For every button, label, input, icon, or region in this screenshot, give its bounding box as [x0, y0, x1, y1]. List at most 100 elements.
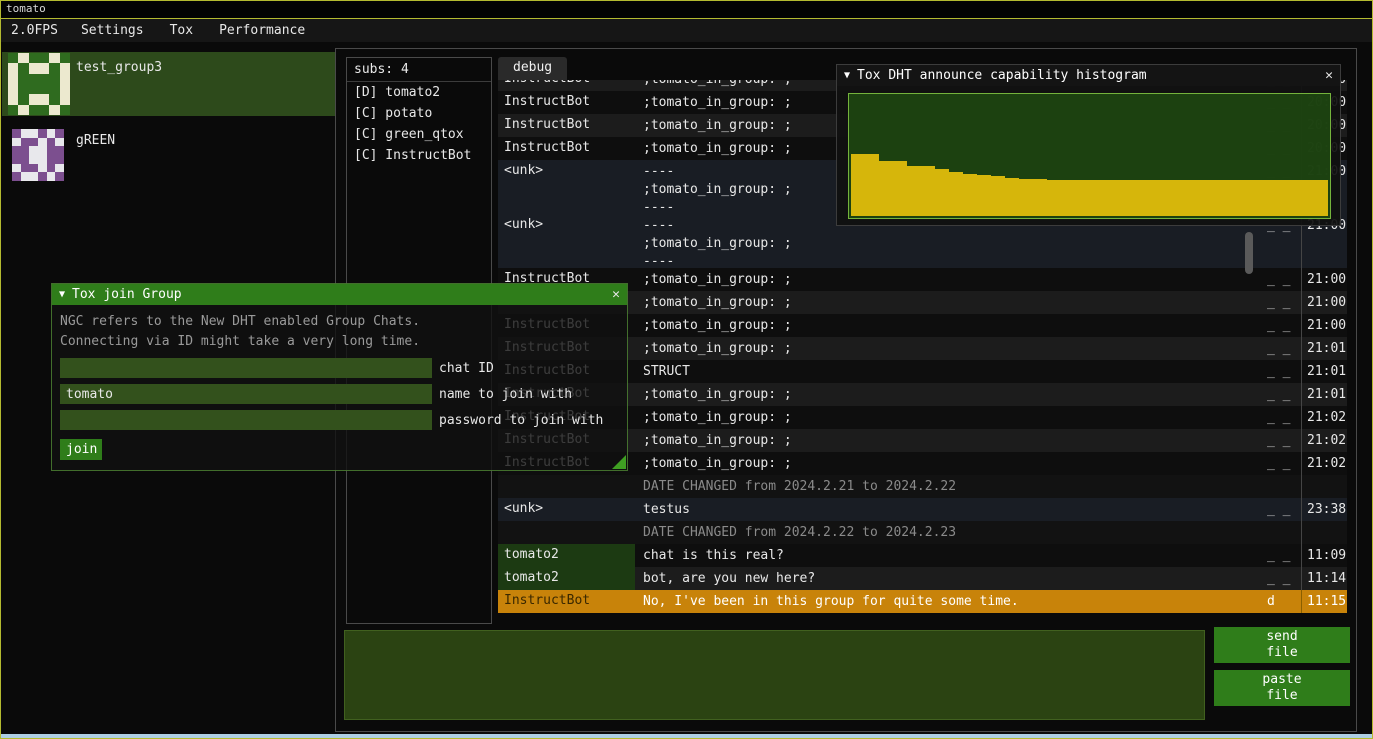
join-fields: chat ID name to join with password to jo…	[60, 358, 619, 430]
group-list: test_group3 gREEN	[2, 52, 335, 189]
histogram-bar	[865, 154, 879, 216]
message-author: <unk>	[498, 160, 635, 214]
histogram-bar	[991, 176, 1005, 216]
histogram-bar	[1286, 180, 1300, 216]
message-flags: _ _	[1261, 360, 1301, 383]
histogram-window-title: Tox DHT announce capability histogram	[857, 68, 1147, 83]
menu-item-settings[interactable]: Settings	[68, 19, 157, 42]
message-author: InstructBot	[498, 590, 635, 613]
chat-message-row[interactable]: DATE CHANGED from 2024.2.21 to 2024.2.22	[498, 475, 1347, 498]
sidebar-group-gREEN[interactable]: gREEN	[2, 125, 335, 189]
message-flags: _ _	[1261, 383, 1301, 406]
join-field-row: password to join with	[60, 410, 619, 430]
histogram-bar	[879, 161, 893, 216]
menu-item-tox[interactable]: Tox	[157, 19, 206, 42]
message-flags: _ _	[1261, 452, 1301, 475]
join-group-window: ▼ Tox join Group ✕ NGC refers to the New…	[51, 283, 628, 471]
subs-member[interactable]: [C] green_qtox	[347, 124, 491, 145]
message-flags	[1261, 521, 1301, 544]
message-flags: _ _	[1261, 337, 1301, 360]
histogram-window-titlebar[interactable]: ▼ Tox DHT announce capability histogram …	[837, 65, 1340, 86]
message-text: ;tomato_in_group: ;	[635, 383, 1261, 406]
chat-id-input[interactable]	[60, 358, 432, 378]
message-timestamp: 21:00	[1301, 291, 1347, 314]
menubar: 2.0FPS SettingsToxPerformance	[1, 19, 1372, 42]
histogram-bar	[1202, 180, 1216, 216]
message-text: DATE CHANGED from 2024.2.22 to 2024.2.23	[635, 521, 1261, 544]
join-button[interactable]: join	[60, 439, 102, 460]
chat-message-row[interactable]: InstructBot No, I've been in this group …	[498, 590, 1347, 613]
message-flags: _ _	[1261, 314, 1301, 337]
message-author: tomato2	[498, 544, 635, 567]
window-titlebar[interactable]: tomato	[1, 1, 1372, 19]
group-avatar-identicon	[12, 129, 64, 181]
message-timestamp: 21:01	[1301, 383, 1347, 406]
join-field-row: chat ID	[60, 358, 619, 378]
message-author	[498, 521, 635, 544]
histogram-bar	[893, 161, 907, 216]
subs-member[interactable]: [C] potato	[347, 103, 491, 124]
message-input[interactable]	[344, 630, 1205, 720]
join-input-label: chat ID	[439, 361, 494, 376]
chat-message-row[interactable]: tomato2 bot, are you new here? _ _ 11:14	[498, 567, 1347, 590]
histogram-bar	[1019, 179, 1033, 216]
dht-histogram-window: ▼ Tox DHT announce capability histogram …	[836, 64, 1341, 226]
resize-grip-icon[interactable]	[612, 455, 626, 469]
histogram-bar	[1160, 180, 1174, 216]
message-flags: _ _	[1261, 429, 1301, 452]
message-text: ;tomato_in_group: ;	[635, 429, 1261, 452]
join-window-titlebar[interactable]: ▼ Tox join Group ✕	[52, 284, 627, 305]
histogram-bar	[851, 154, 865, 216]
join-input-label: name to join with	[439, 387, 572, 402]
send-file-button[interactable]: send file	[1214, 627, 1350, 663]
message-timestamp: 21:02	[1301, 429, 1347, 452]
subs-member[interactable]: [C] InstructBot	[347, 145, 491, 166]
subs-member[interactable]: [D] tomato2	[347, 82, 491, 103]
message-timestamp	[1301, 475, 1347, 498]
message-author: InstructBot	[498, 114, 635, 137]
message-flags: _ _	[1261, 291, 1301, 314]
chat-message-row[interactable]: <unk> testus _ _ 23:38	[498, 498, 1347, 521]
message-text: ;tomato_in_group: ;	[635, 452, 1261, 475]
collapse-icon[interactable]: ▼	[59, 289, 65, 300]
message-text: testus	[635, 498, 1261, 521]
histogram-bar	[935, 169, 949, 216]
tab-debug[interactable]: debug	[498, 57, 567, 80]
histogram-bar	[1300, 180, 1314, 216]
close-icon[interactable]: ✕	[612, 287, 620, 302]
join-name-input[interactable]	[60, 384, 432, 404]
message-text: ;tomato_in_group: ;	[635, 291, 1261, 314]
histogram-bar	[1174, 180, 1188, 216]
window-resize-edge[interactable]	[1, 734, 1372, 738]
message-author: InstructBot	[498, 137, 635, 160]
window-title: tomato	[6, 2, 46, 15]
histogram-bar	[1146, 180, 1160, 216]
histogram-bar	[921, 166, 935, 216]
sidebar-group-test_group3[interactable]: test_group3	[2, 52, 335, 116]
join-window-body: NGC refers to the New DHT enabled Group …	[52, 305, 627, 470]
group-avatar-identicon	[8, 53, 70, 115]
chat-message-row[interactable]: tomato2 chat is this real? _ _ 11:09	[498, 544, 1347, 567]
histogram-bar	[1230, 180, 1244, 216]
close-icon[interactable]: ✕	[1325, 68, 1333, 83]
menu-item-performance[interactable]: Performance	[206, 19, 318, 42]
message-timestamp: 21:01	[1301, 337, 1347, 360]
histogram-bar	[1076, 180, 1090, 216]
histogram-bar	[1104, 180, 1118, 216]
composer: send file paste file	[344, 627, 1350, 722]
collapse-icon[interactable]: ▼	[844, 70, 850, 81]
message-author	[498, 475, 635, 498]
histogram-bar	[1188, 180, 1202, 216]
subs-list: [D] tomato2[C] potato[C] green_qtox[C] I…	[347, 82, 491, 166]
histogram-bar	[1005, 178, 1019, 216]
message-author: tomato2	[498, 567, 635, 590]
message-text: No, I've been in this group for quite so…	[635, 590, 1261, 613]
scrollbar-thumb[interactable]	[1245, 232, 1253, 274]
paste-file-button[interactable]: paste file	[1214, 670, 1350, 706]
join-password-input[interactable]	[60, 410, 432, 430]
message-timestamp: 11:15	[1301, 590, 1347, 613]
chat-message-row[interactable]: DATE CHANGED from 2024.2.22 to 2024.2.23	[498, 521, 1347, 544]
histogram-bar	[1118, 180, 1132, 216]
message-timestamp: 21:02	[1301, 406, 1347, 429]
histogram-bar	[1047, 180, 1061, 216]
